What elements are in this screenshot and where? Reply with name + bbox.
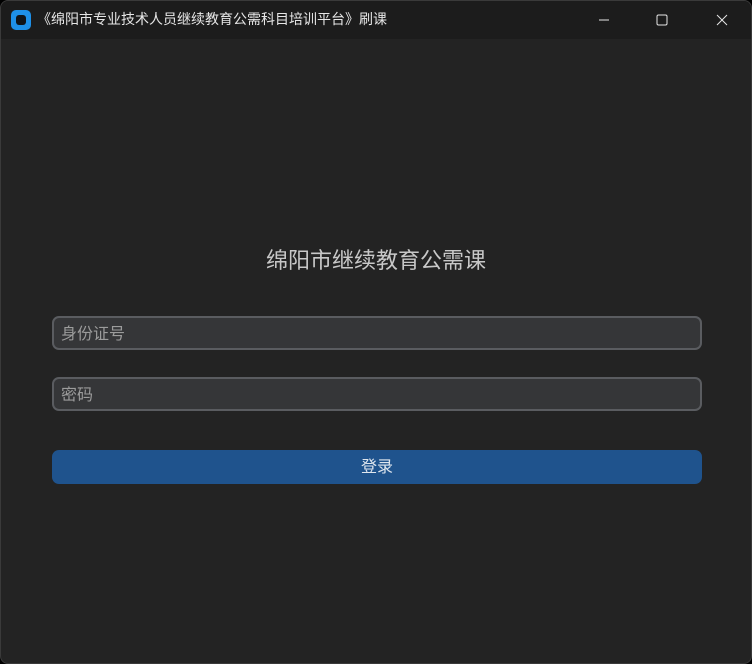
app-window: 《绵阳市专业技术人员继续教育公需科目培训平台》刷课 绵阳市继续教育公需课 登录	[0, 0, 752, 664]
id-number-input[interactable]	[54, 318, 700, 348]
login-button[interactable]: 登录	[52, 450, 702, 484]
id-number-field[interactable]	[52, 316, 702, 350]
minimize-icon	[599, 19, 609, 21]
title-bar[interactable]: 《绵阳市专业技术人员继续教育公需科目培训平台》刷课	[1, 1, 751, 39]
password-input[interactable]	[54, 379, 700, 409]
minimize-button[interactable]	[575, 1, 633, 39]
password-field[interactable]	[52, 377, 702, 411]
form-heading: 绵阳市继续教育公需课	[265, 249, 486, 274]
window-title: 《绵阳市专业技术人员继续教育公需科目培训平台》刷课	[37, 12, 387, 28]
app-icon	[11, 10, 31, 30]
close-icon	[716, 14, 728, 26]
maximize-button[interactable]	[633, 1, 691, 39]
maximize-icon	[656, 14, 668, 26]
close-button[interactable]	[693, 1, 751, 39]
